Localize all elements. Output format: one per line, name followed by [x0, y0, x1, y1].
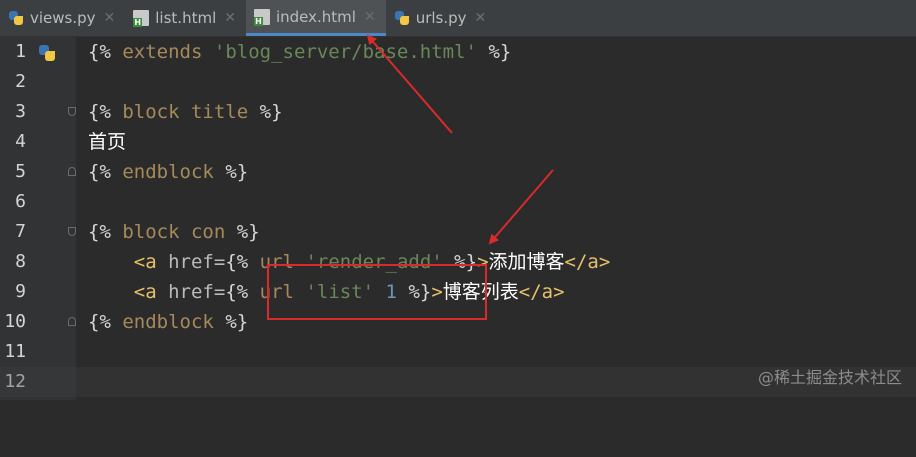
template-string: 'list' [305, 281, 375, 303]
line-number: 4 [15, 131, 26, 152]
line-number: 12 [4, 371, 26, 392]
template-string: 'blog_server/base.html' [213, 41, 477, 63]
line-number: 9 [15, 281, 26, 302]
tab-urls-py[interactable]: urls.py ✕ [386, 0, 497, 36]
line-number: 8 [15, 251, 26, 272]
line-number: 2 [15, 71, 26, 92]
template-close-delim: %} [488, 41, 512, 63]
code-editor[interactable]: 1 {% extends 'blog_server/base.html' %} … [0, 37, 916, 400]
template-keyword: url [259, 251, 294, 273]
template-close-delim: %} [236, 221, 260, 243]
watermark: @稀土掘金技术社区 [757, 368, 902, 387]
python-gutter-icon[interactable] [38, 44, 56, 62]
code-line[interactable]: 8 <a href={% url 'render_add' %}>添加博客</a… [0, 247, 916, 277]
template-keyword: block title [122, 101, 249, 123]
template-close-delim: %} [225, 161, 249, 183]
tab-index-html[interactable]: index.html ✕ [245, 0, 386, 36]
template-open-delim: {% [88, 221, 111, 243]
tab-label: urls.py [415, 9, 467, 27]
line-number: 10 [4, 311, 26, 332]
code-line[interactable]: 4 首页 [0, 127, 916, 157]
html-tag-gt: > [431, 281, 443, 303]
code-line[interactable]: 9 <a href={% url 'list' 1 %}>博客列表</a> [0, 277, 916, 307]
template-open-delim: {% [88, 311, 111, 333]
template-open-delim: {% [88, 101, 111, 123]
html-attribute: href= [168, 251, 226, 273]
fold-marker-icon[interactable] [68, 227, 76, 236]
code-line[interactable]: 5 {% endblock %} [0, 157, 916, 187]
page-title-text: 首页 [88, 131, 127, 153]
html-file-icon [253, 8, 270, 26]
line-number: 7 [15, 221, 26, 242]
template-open-delim: {% [88, 161, 111, 183]
template-open-delim: {% [225, 281, 249, 303]
template-number: 1 [385, 281, 397, 303]
template-close-delim: %} [454, 251, 478, 273]
line-number: 5 [15, 161, 26, 182]
template-string: 'render_add' [305, 251, 443, 273]
html-attribute: href= [168, 281, 226, 303]
code-line[interactable]: 6 [0, 187, 916, 217]
editor-tab-bar: views.py ✕ list.html ✕ index.html ✕ urls… [0, 0, 916, 37]
fold-marker-icon[interactable] [68, 167, 76, 176]
python-file-icon [394, 10, 410, 26]
template-open-delim: {% [88, 41, 111, 63]
template-keyword: endblock [122, 311, 214, 333]
code-line[interactable]: 1 {% extends 'blog_server/base.html' %} [0, 37, 916, 67]
html-file-icon [133, 10, 150, 27]
template-close-delim: %} [259, 101, 283, 123]
template-keyword: block con [122, 221, 226, 243]
html-tag-gt: > [477, 251, 489, 273]
code-line[interactable]: 7 {% block con %} [0, 217, 916, 247]
html-tag-open: <a [133, 281, 157, 303]
fold-marker-icon[interactable] [68, 107, 76, 116]
tab-views-py[interactable]: views.py ✕ [0, 0, 125, 36]
code-line[interactable]: 3 {% block title %} [0, 97, 916, 127]
line-number: 11 [4, 341, 26, 362]
line-number: 1 [15, 41, 26, 62]
tab-list-html[interactable]: list.html ✕ [125, 0, 246, 36]
link-text: 添加博客 [488, 251, 565, 273]
template-close-delim: %} [225, 311, 249, 333]
code-line[interactable]: 2 [0, 67, 916, 97]
close-icon[interactable]: ✕ [364, 9, 376, 25]
link-text: 博客列表 [442, 281, 519, 303]
template-keyword: url [259, 281, 294, 303]
code-line[interactable]: 11 [0, 337, 916, 367]
html-tag-open: <a [133, 251, 157, 273]
close-icon[interactable]: ✕ [475, 10, 487, 26]
template-open-delim: {% [225, 251, 249, 273]
html-tag-close: </a> [518, 281, 565, 303]
tab-label: list.html [155, 9, 217, 27]
tab-label: views.py [30, 9, 96, 27]
tab-label: index.html [275, 7, 356, 26]
template-keyword: endblock [122, 161, 214, 183]
python-file-icon [8, 10, 24, 26]
line-number: 6 [15, 191, 26, 212]
close-icon[interactable]: ✕ [104, 10, 116, 26]
html-tag-close: </a> [564, 251, 611, 273]
template-close-delim: %} [408, 281, 432, 303]
close-icon[interactable]: ✕ [224, 10, 236, 26]
template-keyword: extends [122, 41, 203, 63]
fold-marker-icon[interactable] [68, 317, 76, 326]
code-line[interactable]: 10 {% endblock %} [0, 307, 916, 337]
line-number: 3 [15, 101, 26, 122]
